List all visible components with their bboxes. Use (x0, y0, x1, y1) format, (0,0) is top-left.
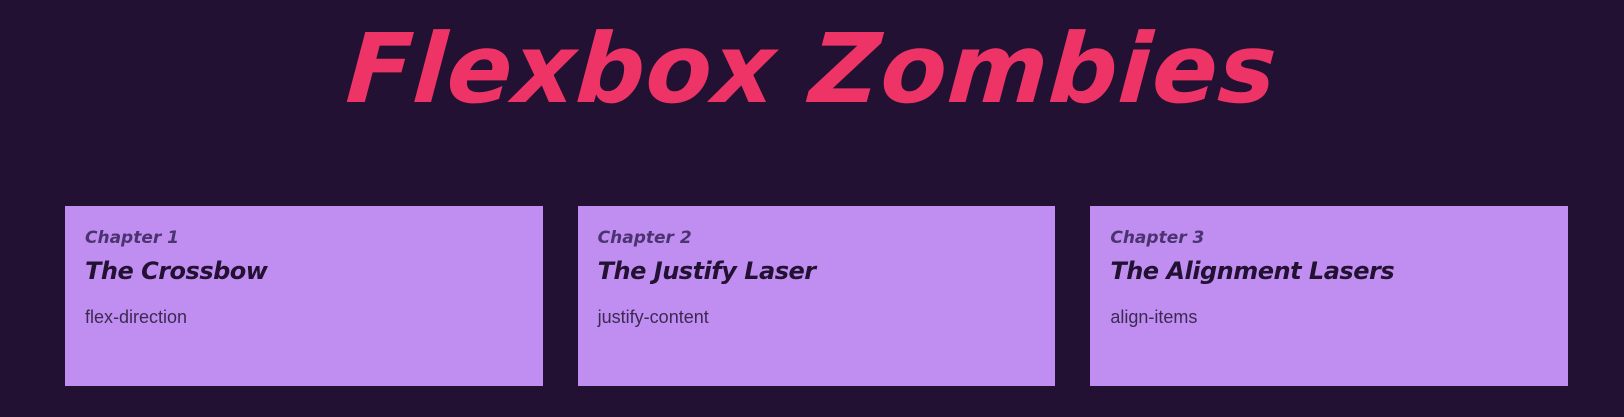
chapter-label: Chapter 3 (1110, 228, 1205, 248)
chapter-title: The Crossbow (85, 257, 268, 285)
chapter-topic: justify-content (597, 307, 709, 327)
chapter-topic: flex-direction (85, 307, 188, 327)
chapter-title: The Justify Laser (597, 257, 816, 285)
chapter-card-3[interactable]: Chapter 3 The Alignment Lasers align-ite… (1090, 206, 1569, 386)
chapter-card-1[interactable]: Chapter 1 The Crossbow flex-direction (65, 206, 543, 386)
chapter-label: Chapter 1 (85, 228, 180, 248)
chapter-list: Chapter 1 The Crossbow flex-direction Ch… (65, 206, 1569, 386)
chapter-card-2[interactable]: Chapter 2 The Justify Laser justify-cont… (577, 206, 1056, 386)
chapter-topic: align-items (1110, 307, 1198, 327)
chapter-label: Chapter 2 (597, 228, 692, 248)
page-title: Flexbox Zombies (343, 13, 1281, 125)
chapter-title: The Alignment Lasers (1110, 257, 1395, 285)
